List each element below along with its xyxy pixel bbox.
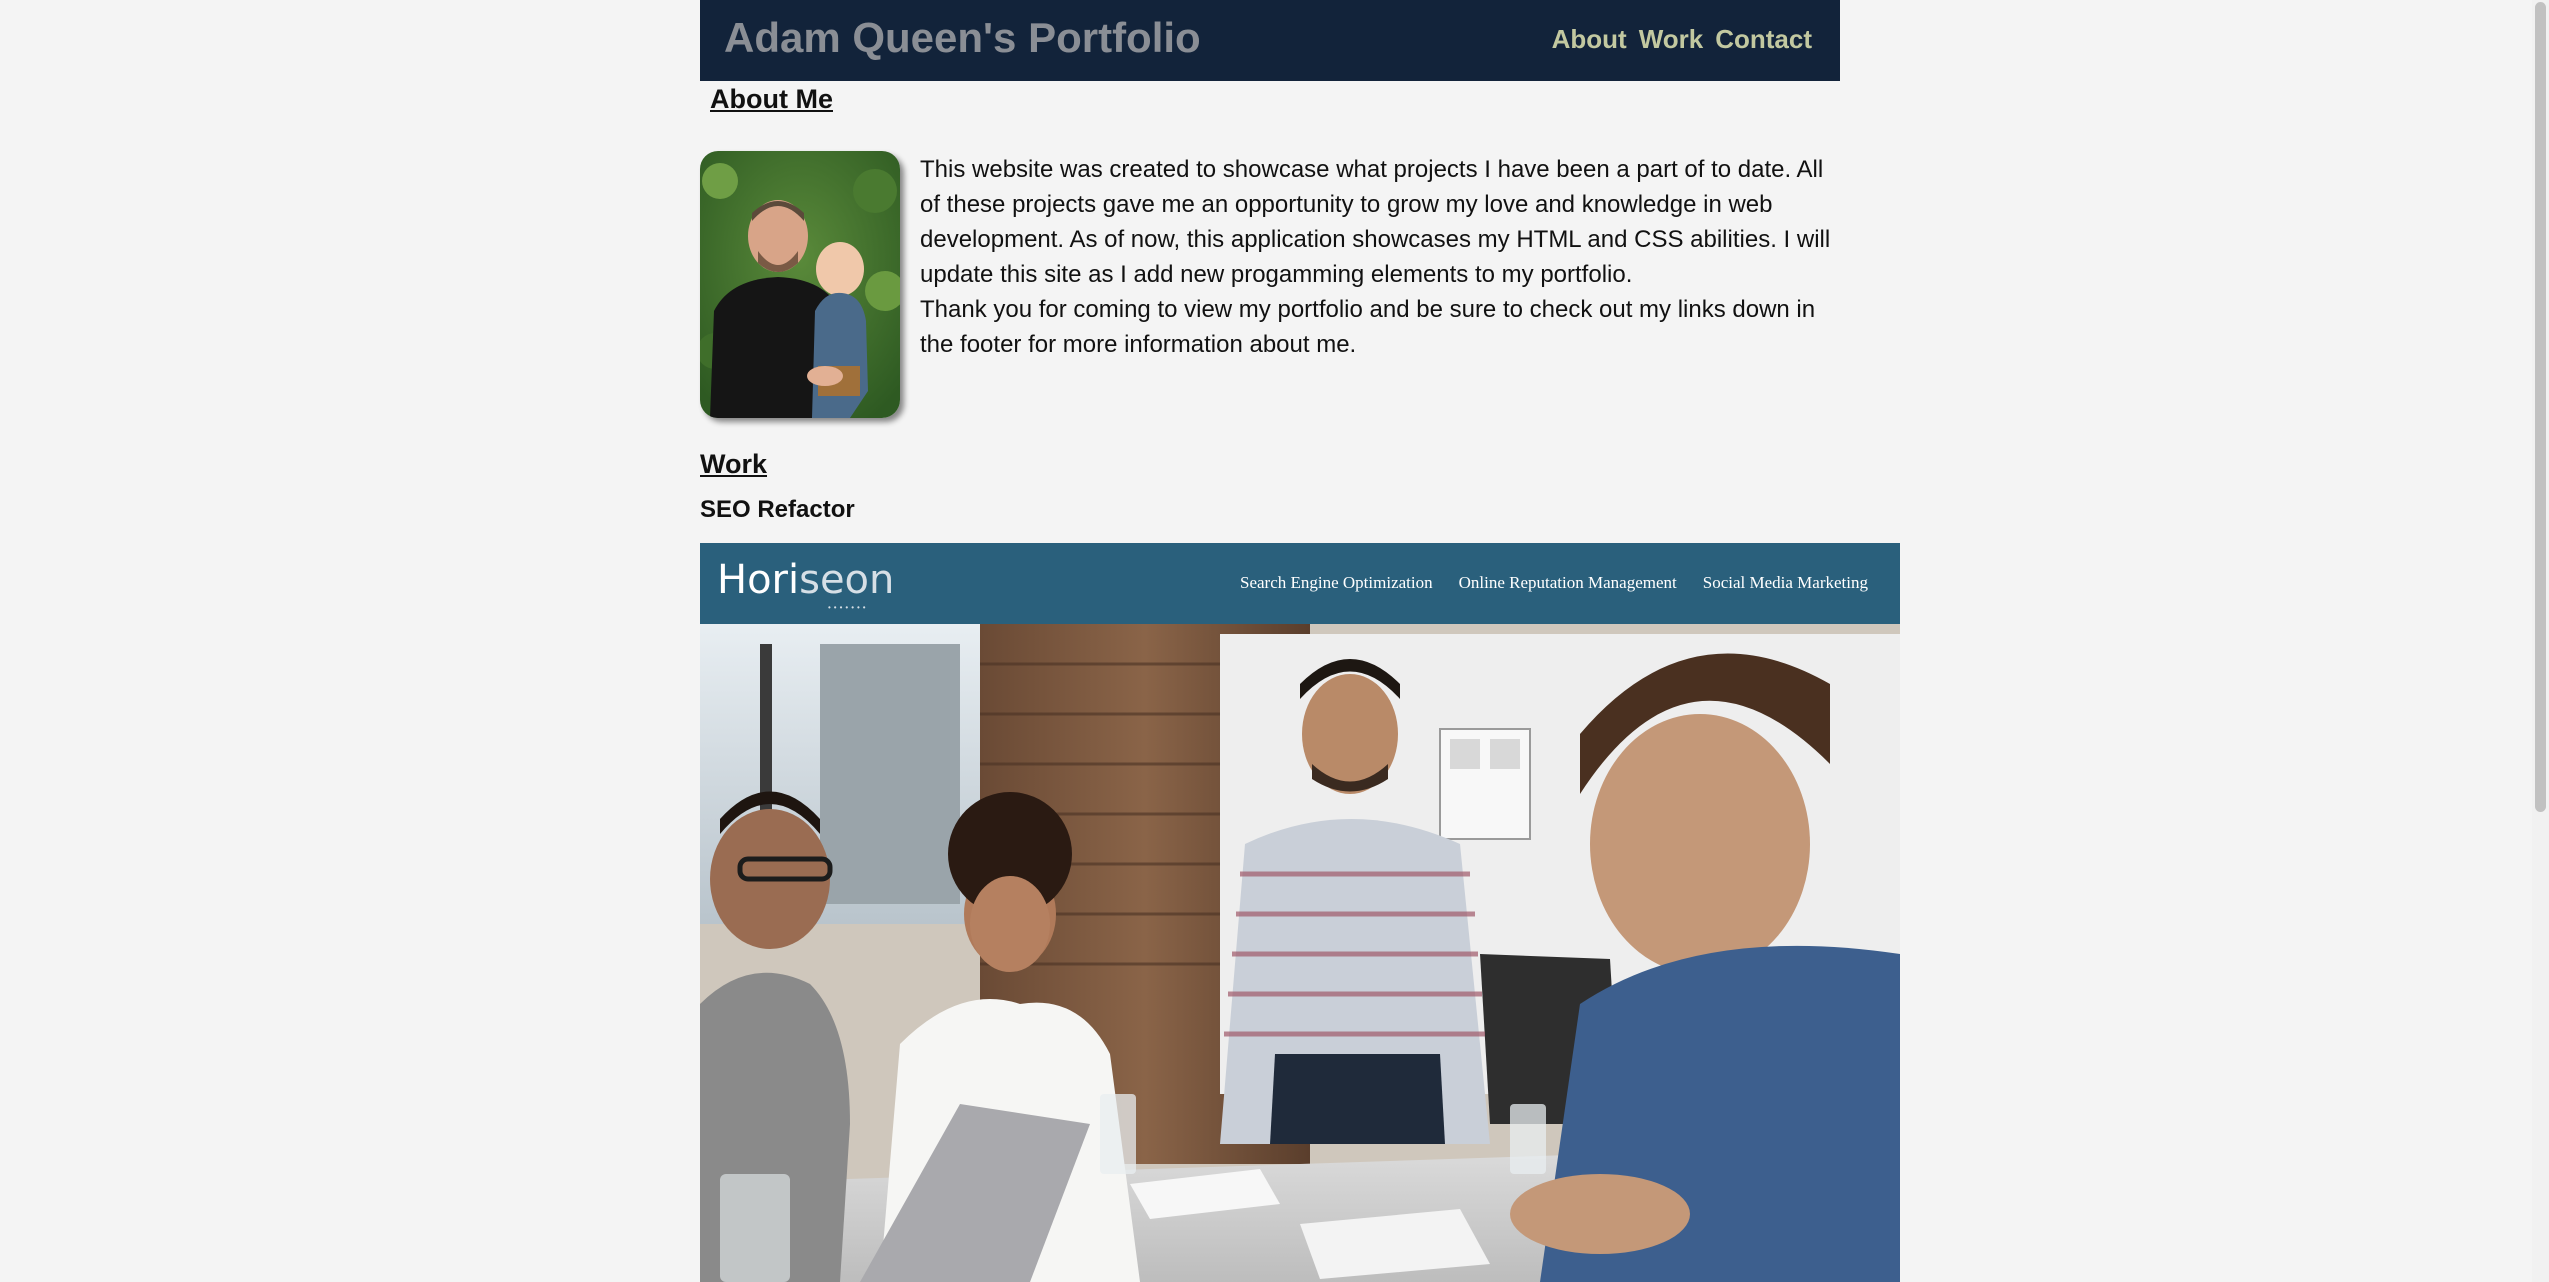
horiseon-nav-item: Social Media Marketing bbox=[1702, 573, 1868, 592]
horiseon-nav-item: Online Reputation Management bbox=[1458, 573, 1677, 592]
page-scrollbar[interactable] bbox=[2532, 0, 2549, 1282]
horiseon-nav-item: Search Engine Optimization bbox=[1240, 573, 1433, 592]
about-paragraph: Thank you for coming to view my portfoli… bbox=[920, 296, 1816, 358]
nav-link-contact[interactable]: Contact bbox=[1715, 24, 1812, 55]
work-heading: Work bbox=[700, 449, 768, 479]
profile-photo bbox=[700, 151, 900, 418]
portfolio-page: Adam Queen's Portfolio About Work Contac… bbox=[0, 0, 2549, 1282]
project-title: SEO Refactor bbox=[700, 496, 855, 523]
site-header: Adam Queen's Portfolio About Work Contac… bbox=[700, 0, 1840, 81]
horiseon-header: Horiseon ••••••• Search Engine Optimizat… bbox=[700, 543, 1900, 624]
nav-link-about[interactable]: About bbox=[1552, 24, 1627, 55]
about-text: This website was created to showcase wha… bbox=[920, 152, 1838, 362]
horiseon-nav: Search Engine Optimization Online Reputa… bbox=[1240, 573, 1868, 593]
scrollbar-thumb[interactable] bbox=[2535, 2, 2546, 812]
about-paragraph: This website was created to showcase wha… bbox=[920, 156, 1831, 288]
site-nav: About Work Contact bbox=[1552, 24, 1812, 55]
project-screenshot[interactable]: Horiseon ••••••• Search Engine Optimizat… bbox=[700, 543, 1900, 1282]
horiseon-logo: Horiseon bbox=[717, 557, 895, 603]
about-heading: About Me bbox=[710, 84, 833, 114]
logo-underline-decoration: ••••••• bbox=[828, 603, 869, 612]
nav-link-work[interactable]: Work bbox=[1639, 24, 1704, 55]
hero-image bbox=[700, 624, 1900, 1282]
site-title: Adam Queen's Portfolio bbox=[724, 14, 1201, 61]
